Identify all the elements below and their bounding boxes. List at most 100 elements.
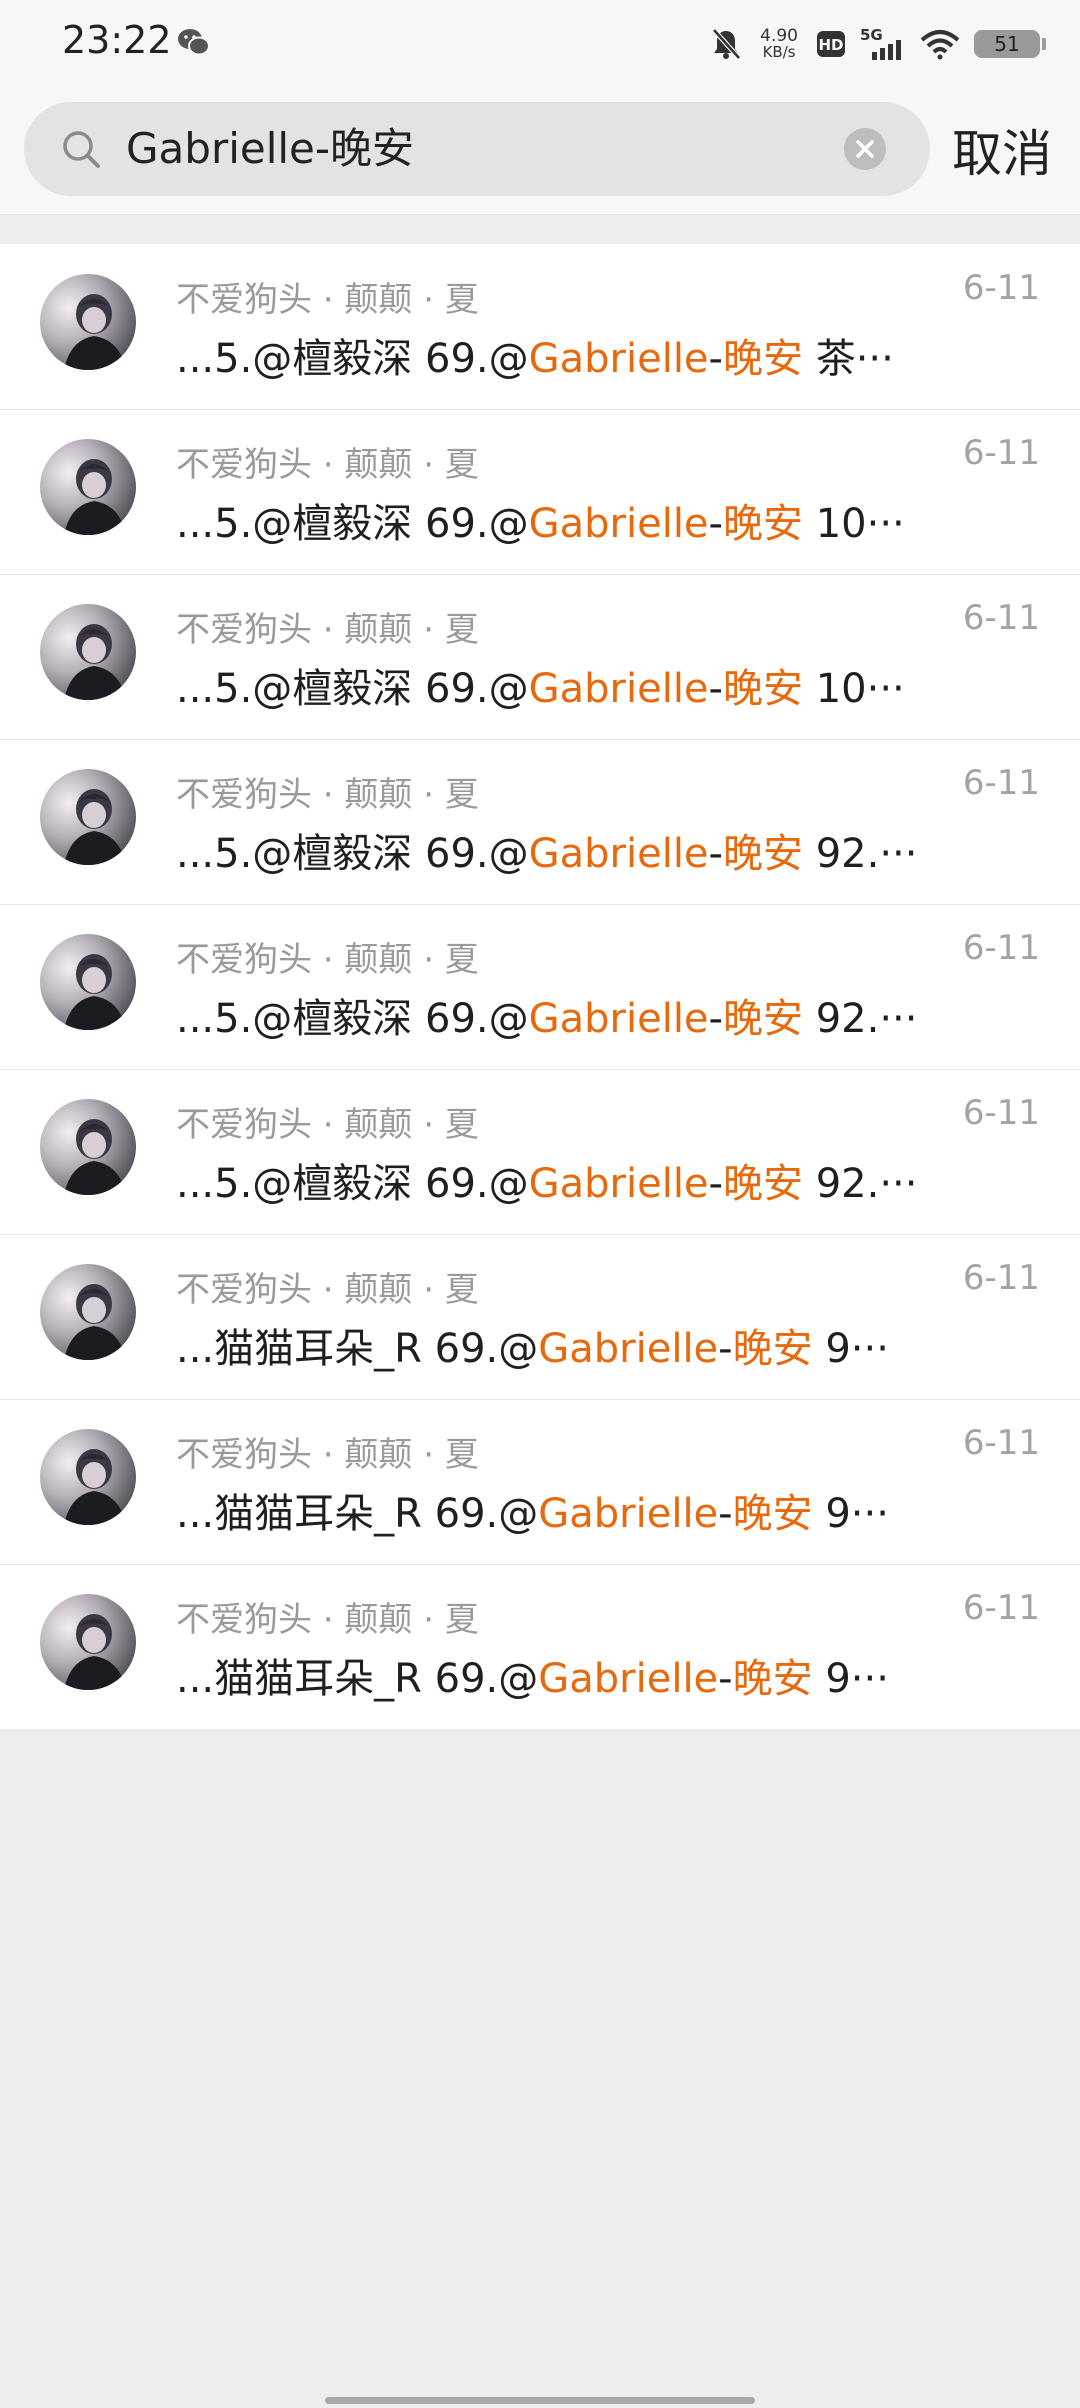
chat-date: 6-11 (962, 1258, 1040, 1298)
highlight-text: Gabrielle (538, 1326, 719, 1372)
highlight-text: 晚安 (722, 996, 803, 1042)
highlight-text: 晚安 (732, 1491, 813, 1537)
message-prefix: ...5.@檀毅深 69.@ (176, 501, 529, 547)
avatar (40, 769, 136, 865)
highlight-text: Gabrielle (528, 666, 709, 712)
search-result-list: 不爱狗头 · 颠颠 · 夏 6-11 ...5.@檀毅深 69.@Gabriel… (0, 244, 1080, 1729)
message-suffix: 10··· (802, 666, 905, 712)
avatar (40, 1099, 136, 1195)
message-separator: - (718, 1656, 733, 1702)
search-result-item[interactable]: 不爱狗头 · 颠颠 · 夏 6-11 ...猫猫耳朵_R 69.@Gabriel… (0, 1564, 1080, 1729)
search-result-item[interactable]: 不爱狗头 · 颠颠 · 夏 6-11 ...猫猫耳朵_R 69.@Gabriel… (0, 1234, 1080, 1399)
wifi-icon (920, 30, 960, 60)
highlight-text: 晚安 (722, 336, 803, 382)
signal-icon: 5G (860, 26, 901, 60)
avatar (40, 439, 136, 535)
message-snippet: ...5.@檀毅深 69.@Gabrielle-晚安 92.··· (176, 986, 926, 1044)
chat-date: 6-11 (962, 928, 1040, 968)
avatar (40, 1264, 136, 1360)
message-suffix: 9··· (812, 1656, 889, 1702)
battery-icon: 51 (974, 30, 1046, 58)
message-separator: - (718, 1491, 733, 1537)
message-prefix: ...5.@檀毅深 69.@ (176, 996, 529, 1042)
status-time: 23:22 (62, 18, 172, 62)
wechat-icon (178, 29, 210, 56)
message-separator: - (708, 501, 723, 547)
highlight-text: 晚安 (732, 1656, 813, 1702)
message-prefix: ...5.@檀毅深 69.@ (176, 336, 529, 382)
search-result-item[interactable]: 不爱狗头 · 颠颠 · 夏 6-11 ...猫猫耳朵_R 69.@Gabriel… (0, 1399, 1080, 1564)
mute-icon (712, 28, 742, 60)
avatar (40, 274, 136, 370)
avatar (40, 1429, 136, 1525)
message-suffix: 92.··· (802, 996, 918, 1042)
message-prefix: ...猫猫耳朵_R 69.@ (176, 1326, 539, 1372)
message-snippet: ...猫猫耳朵_R 69.@Gabrielle-晚安 9··· (176, 1316, 926, 1374)
chat-date: 6-11 (962, 763, 1040, 803)
search-header: 取消 (0, 88, 1080, 215)
chat-name: 不爱狗头 · 颠颠 · 夏 (176, 1600, 479, 1640)
chat-date: 6-11 (962, 433, 1040, 473)
highlight-text: Gabrielle (528, 1161, 709, 1207)
chat-name: 不爱狗头 · 颠颠 · 夏 (176, 1105, 479, 1145)
chat-name: 不爱狗头 · 颠颠 · 夏 (176, 775, 479, 815)
message-prefix: ...5.@檀毅深 69.@ (176, 831, 529, 877)
net-speed-value: 4.90 (760, 26, 798, 46)
highlight-text: 晚安 (722, 501, 803, 547)
chat-date: 6-11 (962, 1588, 1040, 1628)
chat-name: 不爱狗头 · 颠颠 · 夏 (176, 280, 479, 320)
message-suffix: 9··· (812, 1326, 889, 1372)
home-indicator[interactable] (325, 2397, 755, 2404)
message-separator: - (708, 1161, 723, 1207)
message-prefix: ...5.@檀毅深 69.@ (176, 666, 529, 712)
search-result-item[interactable]: 不爱狗头 · 颠颠 · 夏 6-11 ...5.@檀毅深 69.@Gabriel… (0, 244, 1080, 409)
chat-name: 不爱狗头 · 颠颠 · 夏 (176, 1270, 479, 1310)
message-suffix: 92.··· (802, 831, 918, 877)
highlight-text: 晚安 (732, 1326, 813, 1372)
cancel-button[interactable]: 取消 (952, 114, 1052, 186)
message-snippet: ...5.@檀毅深 69.@Gabrielle-晚安 92.··· (176, 1151, 926, 1209)
search-input[interactable] (126, 102, 846, 196)
message-prefix: ...5.@檀毅深 69.@ (176, 1161, 529, 1207)
net-speed-unit: KB/s (762, 43, 796, 61)
net-speed: 4.90 KB/s (760, 26, 798, 61)
svg-text:HD: HD (818, 36, 843, 54)
highlight-text: Gabrielle (538, 1656, 719, 1702)
message-separator: - (718, 1326, 733, 1372)
chat-date: 6-11 (962, 598, 1040, 638)
chat-name: 不爱狗头 · 颠颠 · 夏 (176, 610, 479, 650)
message-snippet: ...5.@檀毅深 69.@Gabrielle-晚安 10··· (176, 656, 926, 714)
message-separator: - (708, 336, 723, 382)
avatar (40, 604, 136, 700)
search-result-item[interactable]: 不爱狗头 · 颠颠 · 夏 6-11 ...5.@檀毅深 69.@Gabriel… (0, 409, 1080, 574)
highlight-text: 晚安 (722, 666, 803, 712)
status-bar: 23:22 4.90 KB/s HD 5G 51 (0, 0, 1080, 88)
highlight-text: 晚安 (722, 831, 803, 877)
clear-icon[interactable] (844, 128, 886, 170)
message-separator: - (708, 996, 723, 1042)
search-result-item[interactable]: 不爱狗头 · 颠颠 · 夏 6-11 ...5.@檀毅深 69.@Gabriel… (0, 904, 1080, 1069)
message-snippet: ...猫猫耳朵_R 69.@Gabrielle-晚安 9··· (176, 1646, 926, 1704)
message-snippet: ...5.@檀毅深 69.@Gabrielle-晚安 10··· (176, 491, 926, 549)
status-icons: 4.90 KB/s HD 5G 51 (710, 18, 1046, 70)
chat-name: 不爱狗头 · 颠颠 · 夏 (176, 445, 479, 485)
message-prefix: ...猫猫耳朵_R 69.@ (176, 1491, 539, 1537)
search-result-item[interactable]: 不爱狗头 · 颠颠 · 夏 6-11 ...5.@檀毅深 69.@Gabriel… (0, 1069, 1080, 1234)
highlight-text: Gabrielle (528, 831, 709, 877)
message-separator: - (708, 666, 723, 712)
avatar (40, 934, 136, 1030)
highlight-text: 晚安 (722, 1161, 803, 1207)
hd-icon: HD (817, 31, 845, 57)
search-box[interactable] (24, 102, 930, 196)
highlight-text: Gabrielle (528, 996, 709, 1042)
message-suffix: 9··· (812, 1491, 889, 1537)
highlight-text: Gabrielle (538, 1491, 719, 1537)
search-result-item[interactable]: 不爱狗头 · 颠颠 · 夏 6-11 ...5.@檀毅深 69.@Gabriel… (0, 739, 1080, 904)
message-suffix: 茶··· (802, 336, 894, 382)
highlight-text: Gabrielle (528, 501, 709, 547)
search-icon (63, 131, 100, 168)
message-snippet: ...5.@檀毅深 69.@Gabrielle-晚安 茶··· (176, 326, 926, 384)
search-result-item[interactable]: 不爱狗头 · 颠颠 · 夏 6-11 ...5.@檀毅深 69.@Gabriel… (0, 574, 1080, 739)
highlight-text: Gabrielle (528, 336, 709, 382)
chat-date: 6-11 (962, 1423, 1040, 1463)
